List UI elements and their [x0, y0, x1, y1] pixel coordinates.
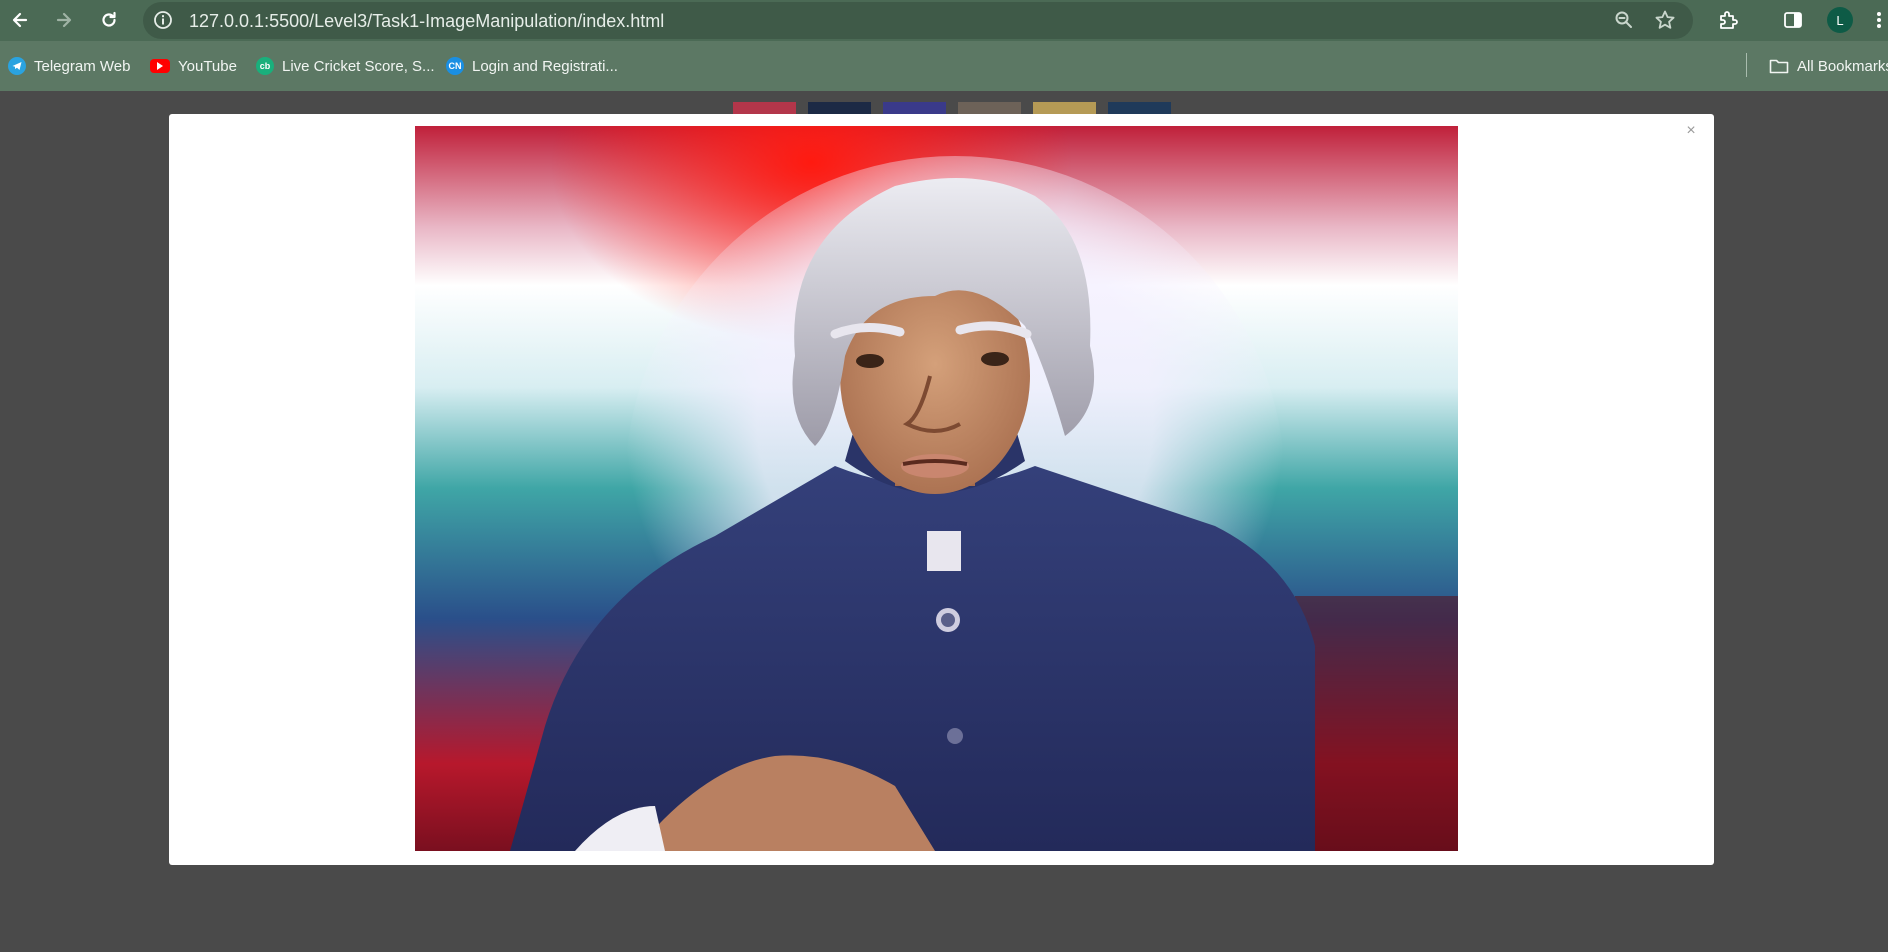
cricbuzz-icon: cb — [256, 57, 274, 75]
back-button[interactable] — [6, 6, 34, 34]
forward-button[interactable] — [50, 6, 78, 34]
browser-toolbar: 127.0.0.1:5500/Level3/Task1-ImageManipul… — [0, 0, 1888, 41]
close-button[interactable]: × — [1682, 122, 1700, 140]
all-bookmarks-button[interactable]: All Bookmarks — [1769, 55, 1888, 77]
bookmarks-bar: Telegram Web YouTube cb Live Cricket Sco… — [0, 41, 1888, 91]
arrow-right-icon — [56, 12, 72, 28]
reload-icon — [102, 11, 116, 27]
bookmark-telegram[interactable]: Telegram Web — [8, 55, 130, 77]
bookmarks-separator — [1746, 53, 1747, 77]
site-info-icon[interactable] — [153, 10, 173, 35]
gallery-thumbnail[interactable] — [1033, 102, 1096, 114]
bookmark-label: Login and Registrati... — [472, 57, 618, 75]
reload-button[interactable] — [95, 6, 123, 34]
url-text[interactable]: 127.0.0.1:5500/Level3/Task1-ImageManipul… — [189, 11, 664, 32]
bookmark-label: YouTube — [178, 57, 237, 75]
gallery-thumbnail[interactable] — [808, 102, 871, 114]
more-menu-icon[interactable] — [1870, 6, 1888, 34]
modal-photo — [415, 126, 1458, 851]
gallery-thumbnail[interactable] — [883, 102, 946, 114]
telegram-icon — [8, 57, 26, 75]
gallery-thumbnail[interactable] — [733, 102, 796, 114]
bookmark-login[interactable]: CN Login and Registrati... — [446, 55, 618, 77]
bookmark-youtube[interactable]: YouTube — [150, 55, 237, 77]
lightbox-modal: × — [169, 114, 1714, 865]
folder-icon — [1769, 57, 1789, 75]
bookmark-star-icon[interactable] — [1654, 10, 1676, 35]
bookmark-label: Telegram Web — [34, 57, 131, 75]
address-bar[interactable]: 127.0.0.1:5500/Level3/Task1-ImageManipul… — [143, 2, 1693, 39]
extensions-icon[interactable] — [1714, 6, 1742, 34]
gallery-thumbnail[interactable] — [1108, 102, 1171, 114]
arrow-left-icon — [12, 12, 28, 28]
codingninjas-icon: CN — [446, 57, 464, 75]
youtube-icon — [150, 59, 170, 73]
gallery-thumbnail[interactable] — [958, 102, 1021, 114]
zoom-icon[interactable] — [1614, 10, 1634, 35]
side-panel-icon[interactable] — [1779, 6, 1807, 34]
portrait-photo — [415, 126, 1458, 851]
profile-avatar[interactable]: L — [1827, 7, 1853, 33]
bookmark-label: All Bookmarks — [1797, 57, 1888, 75]
bookmark-label: Live Cricket Score, S... — [282, 57, 435, 75]
bookmark-cricket[interactable]: cb Live Cricket Score, S... — [256, 55, 435, 77]
